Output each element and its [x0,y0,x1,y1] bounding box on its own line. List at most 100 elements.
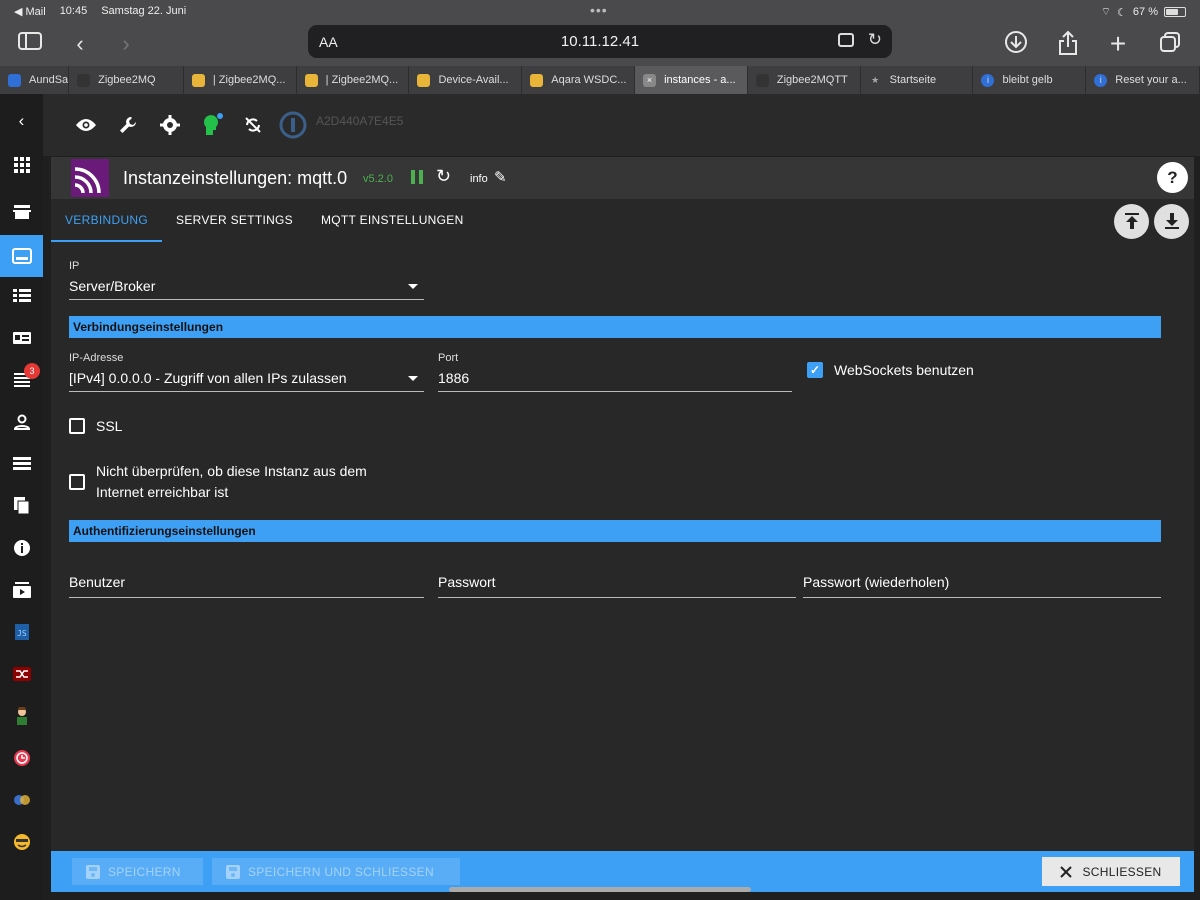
upload-config-button[interactable] [1114,204,1149,239]
reload-icon[interactable]: ↻ [868,30,882,50]
sidebar-item-adapters[interactable] [0,193,43,231]
info-icon: i [1094,73,1108,87]
tab-server-settings[interactable]: SERVER SETTINGS [162,199,307,242]
back-icon[interactable]: ‹ [66,30,94,58]
list-icon [12,289,31,302]
home-indicator[interactable] [449,887,751,892]
card-icon [12,332,31,344]
sidebar-item-node-red[interactable] [0,655,43,693]
sidebar-item-iot[interactable] [0,781,43,819]
sidebar-item-logs[interactable]: 3 [0,361,43,399]
eye-icon[interactable] [71,110,101,140]
edit-pencil-icon[interactable]: ✎ [494,168,507,186]
sidebar-item-enums[interactable] [0,319,43,357]
sidebar-item-instances[interactable] [0,235,43,277]
sidebar-item-hosts[interactable] [0,445,43,483]
browser-tab[interactable]: AundSa [0,66,70,94]
expert-mode-icon[interactable] [197,110,227,140]
clock: 10:45 [59,5,88,17]
new-tab-icon[interactable]: + [1104,30,1132,58]
restart-icon[interactable]: ↻ [436,166,451,187]
tab-verbindung[interactable]: VERBINDUNG [51,199,163,242]
sidebar-item-scripts[interactable]: JS [0,613,43,651]
section-authentication: Authentifizierungseinstellungen [69,520,1161,542]
sidebar-item-zigbee[interactable] [0,697,43,735]
browser-tab[interactable]: Zigbee2MQTT [748,66,861,94]
multitask-dots-icon[interactable]: ••• [590,2,608,18]
collapse-sidebar-icon[interactable]: ‹ [0,102,43,140]
ip-address-label: IP-Adresse [69,352,124,364]
help-button[interactable]: ? [1157,162,1188,193]
ssl-checkbox[interactable] [69,418,85,434]
tab-overview-icon[interactable] [1156,30,1184,58]
close-icon [1060,865,1073,878]
admin-toolbar: A2D440A7E4E5 [43,94,1200,156]
sidebar-item-objects[interactable] [0,277,43,315]
download-config-button[interactable] [1154,204,1189,239]
extension-icon[interactable] [838,33,854,47]
port-input[interactable]: 1886 [438,366,792,392]
browser-tab[interactable]: i bleibt gelb [973,66,1087,94]
browser-tab-label: bleibt gelb [1002,74,1053,86]
sidebar-item-history[interactable] [0,739,43,777]
browser-tab[interactable]: | Zigbee2MQ... [297,66,410,94]
save-and-close-button[interactable]: SPEICHERN UND SCHLIESSEN [212,858,460,885]
sidebar-item-backitup[interactable] [0,571,43,609]
sidebar-toggle-icon[interactable] [16,30,44,58]
instances-icon [11,248,32,264]
browser-tab[interactable]: | Zigbee2MQ... [184,66,297,94]
browser-tab[interactable]: × instances - a... [635,66,748,94]
settings-icon[interactable] [155,110,185,140]
sidebar-item-intro[interactable] [0,146,43,184]
save-button[interactable]: SPEICHERN [72,858,203,885]
sidebar-item-info[interactable] [0,529,43,567]
sidebar-item-files[interactable] [0,487,43,525]
square-icon [8,73,21,87]
share-icon[interactable] [1054,30,1082,58]
dialog-header: Instanzeinstellungen: mqtt.0 v5.2.0 ↻ in… [51,157,1194,199]
password-repeat-input[interactable]: Passwort (wiederholen) [803,568,1161,598]
browser-toolbar: ‹ › AA 10.11.12.41 ↻ + [0,22,1200,66]
ip-label: IP [69,260,80,272]
browser-tab[interactable]: Aqara WSDC... [522,66,636,94]
emoji-icon [13,834,30,850]
forward-icon[interactable]: › [112,30,140,58]
ip-mode-select[interactable]: Server/Broker [69,274,424,300]
browser-tab[interactable]: Zigbee2MQ [69,66,184,94]
browser-tab-label: Aqara WSDC... [551,74,627,86]
iobroker-logo-icon [279,111,307,139]
store-icon [12,205,31,219]
tab-mqtt-einstellungen[interactable]: MQTT EINSTELLUNGEN [307,199,478,242]
save-and-close-label: SPEICHERN UND SCHLIESSEN [248,864,434,879]
info-icon: i [981,73,995,87]
pause-icon[interactable] [411,170,425,184]
status-bar: ◀ Mail 10:45 Samstag 22. Juni ••• ⌔ ☾ 67… [0,0,1200,22]
browser-tab[interactable]: ★ Startseite [861,66,974,94]
address-bar[interactable]: AA 10.11.12.41 ↻ [308,25,892,58]
emoji-icon [304,73,318,87]
ip-mode-value: Server/Broker [69,278,156,294]
person-avatar-icon [16,707,27,725]
sidebar-item-zigbee2mqtt[interactable] [0,823,43,861]
password-input[interactable]: Passwort [438,568,796,598]
iot-icon [13,795,30,805]
browser-tab[interactable]: i Reset your a... [1086,66,1200,94]
section-connection: Verbindungseinstellungen [69,316,1161,338]
sync-off-icon[interactable] [238,110,268,140]
wrench-icon[interactable] [113,110,143,140]
hat-icon [755,73,769,87]
skip-reachability-check-checkbox[interactable] [69,474,85,490]
download-icon[interactable] [1002,30,1030,58]
websockets-checkbox[interactable]: ✓ [807,362,823,378]
instance-title-info[interactable]: info [470,173,488,185]
emoji-icon [417,73,431,87]
close-button[interactable]: SCHLIESSEN [1042,857,1180,886]
browser-tab[interactable]: Device-Avail... [409,66,523,94]
ip-address-select[interactable]: [IPv4] 0.0.0.0 - Zugriff von allen IPs z… [69,366,424,392]
battery-percent: 67 % [1132,6,1158,18]
chevron-down-icon [408,284,418,289]
username-placeholder: Benutzer [69,574,126,590]
back-to-app-link[interactable]: ◀ Mail [14,5,46,18]
username-input[interactable]: Benutzer [69,568,424,598]
sidebar-item-users[interactable] [0,403,43,441]
